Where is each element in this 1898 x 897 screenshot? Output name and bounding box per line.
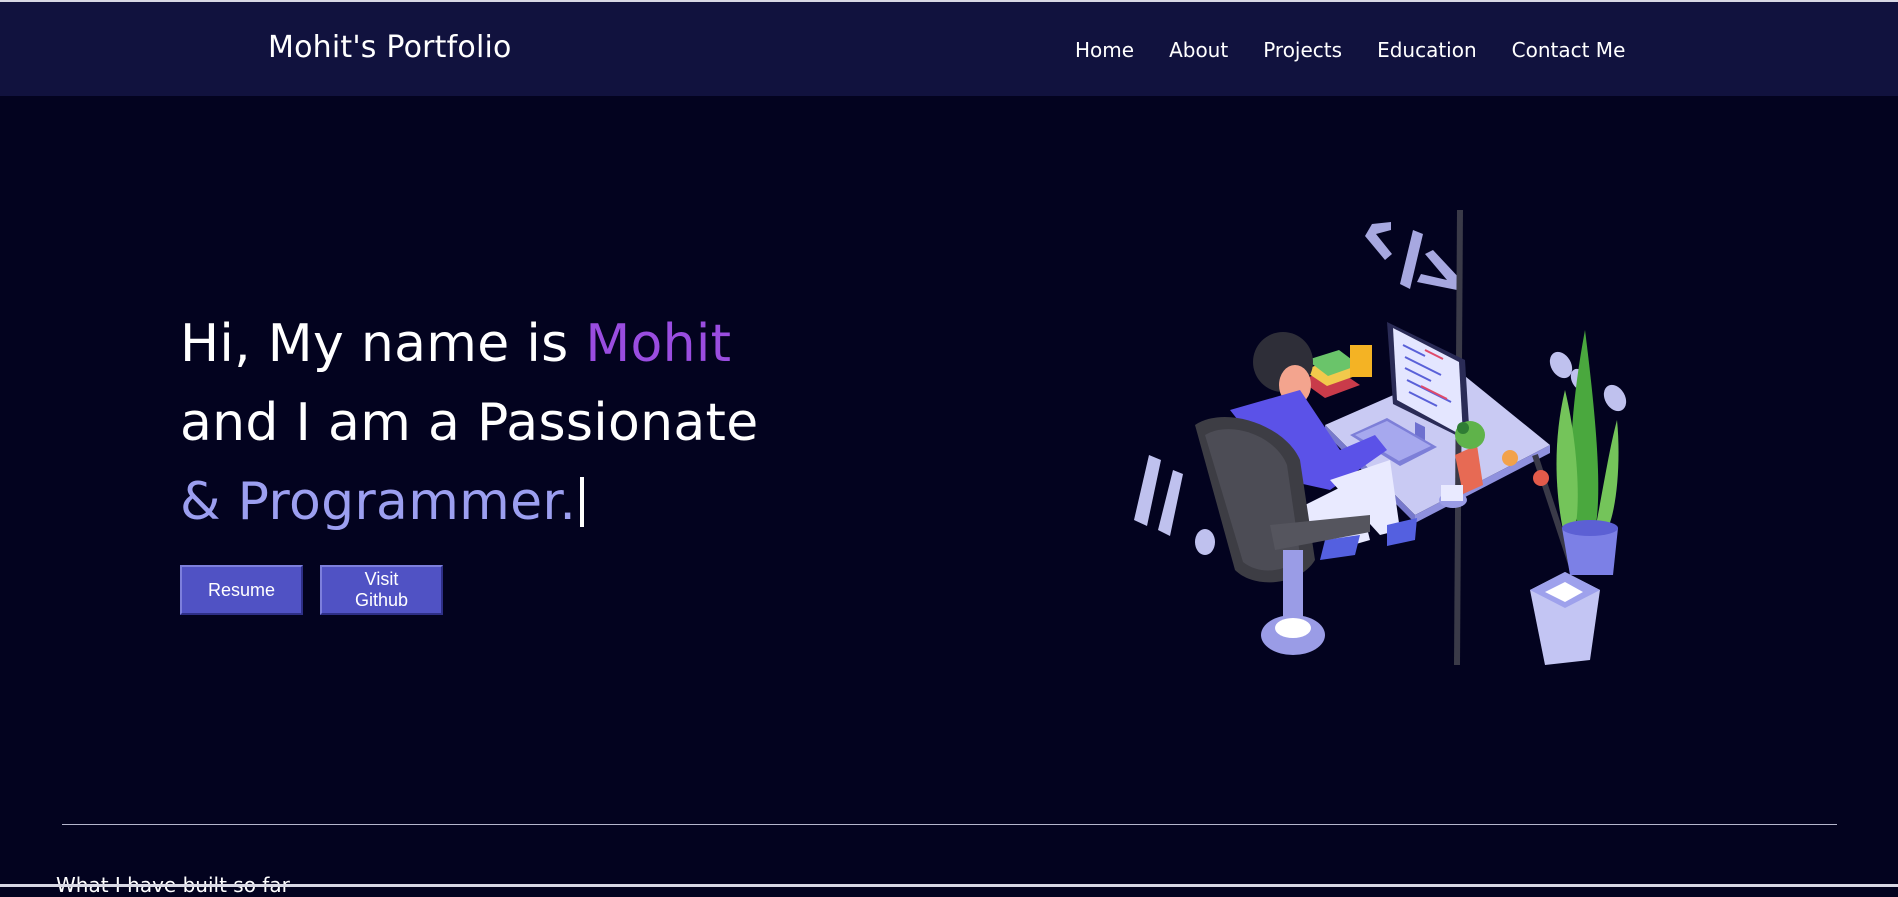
hero-name: Mohit	[585, 314, 732, 374]
hero-line-2: and I am a Passionate	[180, 393, 759, 453]
nav-link-education[interactable]: Education	[1377, 38, 1477, 62]
resume-button[interactable]: Resume	[180, 565, 303, 615]
pencil-holder	[1350, 345, 1372, 377]
top-navbar: Mohit's Portfolio Home About Projects Ed…	[0, 0, 1898, 96]
hero-heading: Hi, My name is Mohit and I am a Passiona…	[180, 305, 759, 542]
nav-link-home[interactable]: Home	[1075, 38, 1134, 62]
developer-at-desk-illustration	[1125, 209, 1645, 700]
code-tag-icon	[1365, 222, 1461, 290]
illustration-svg	[1134, 209, 1627, 666]
brand-title[interactable]: Mohit's Portfolio	[268, 30, 512, 65]
nav-link-projects[interactable]: Projects	[1263, 38, 1342, 62]
typing-cursor	[580, 477, 585, 527]
hero-buttons: Resume Visit Github	[180, 565, 443, 615]
hero-line-1: Hi, My name is Mohit	[180, 305, 759, 384]
hero-line-3: & Programmer.	[180, 463, 759, 542]
nav-link-about[interactable]: About	[1169, 38, 1228, 62]
hero-greeting: Hi, My name is	[180, 314, 586, 374]
trash-bin	[1530, 572, 1600, 665]
hero-typed-text: & Programmer.	[180, 472, 577, 532]
main-nav: Home About Projects Education Contact Me	[1075, 38, 1625, 62]
section-divider	[62, 824, 1837, 825]
visit-github-button[interactable]: Visit Github	[320, 565, 443, 615]
nav-link-contact[interactable]: Contact Me	[1512, 38, 1626, 62]
